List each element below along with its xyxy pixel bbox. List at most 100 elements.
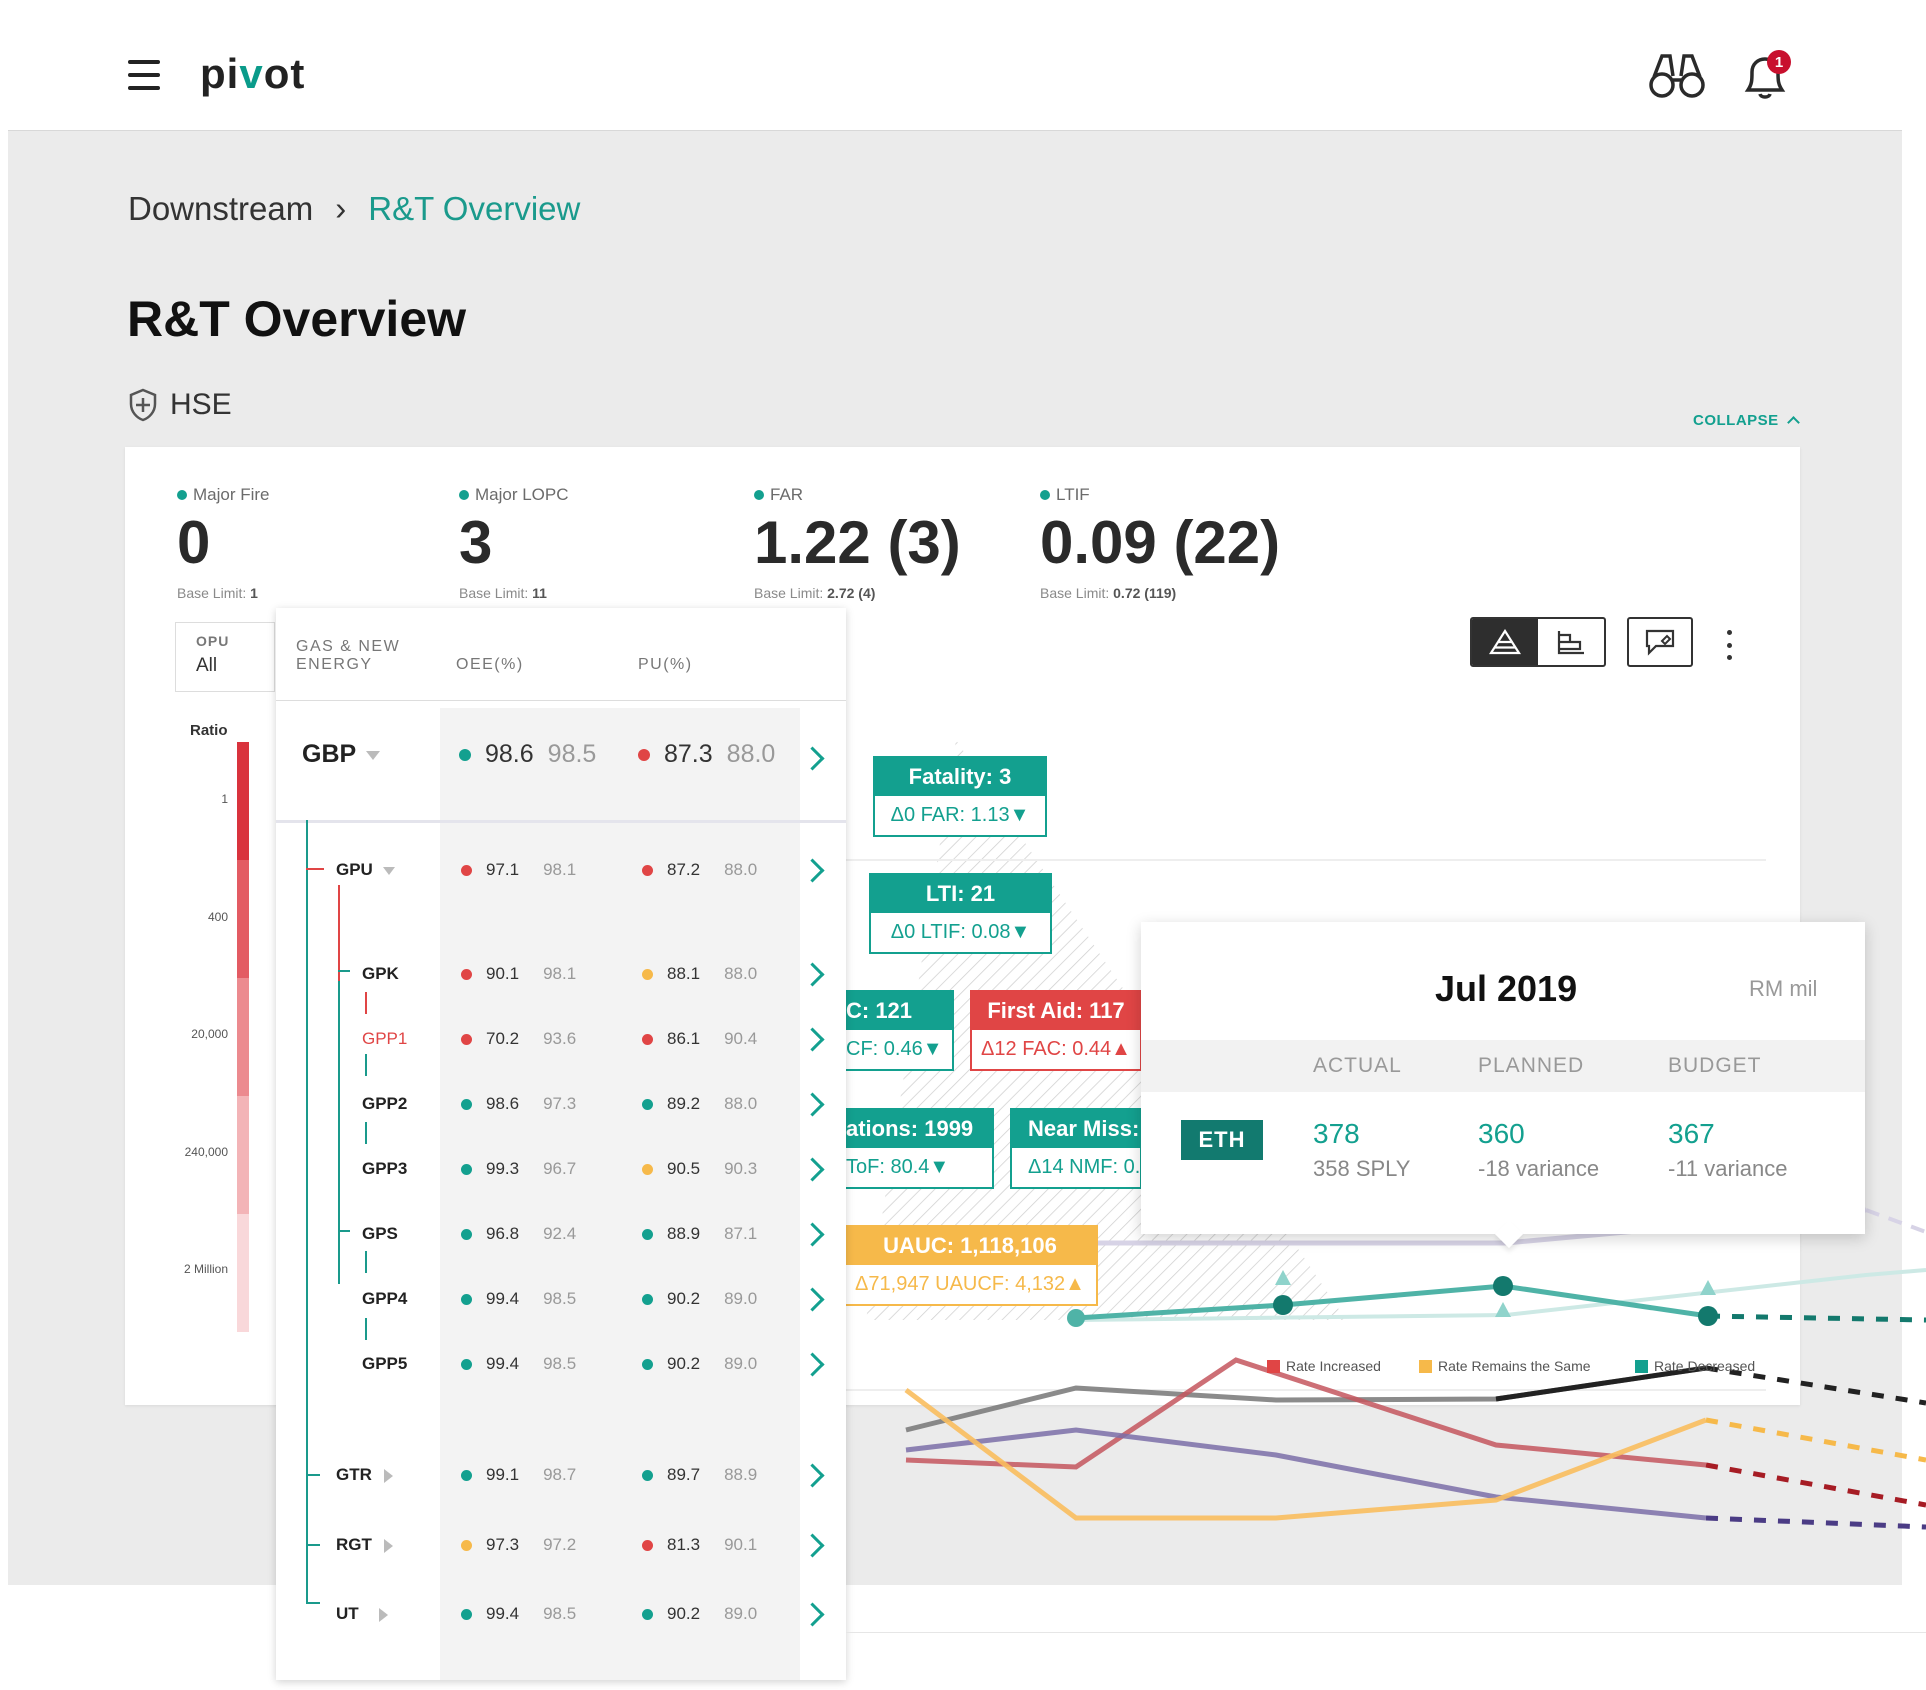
kpi-base-label: Base Limit:: [754, 585, 824, 601]
oee-actual: 99.1: [486, 1465, 520, 1484]
oee-target: 96.7: [543, 1159, 577, 1178]
chevron-right-icon[interactable]: [800, 1222, 825, 1247]
legend-label: Rate Increased: [1286, 1358, 1381, 1374]
table-row-gbp[interactable]: GBP 98.6 98.5 87.3 88.0: [276, 700, 846, 823]
tag-first-aid[interactable]: First Aid: 117 Δ12 FAC: 0.44▲: [970, 990, 1142, 1071]
kpi-major-fire: Major Fire 0 Base Limit: 1: [177, 485, 270, 601]
ratio-tick: 400: [207, 910, 228, 924]
pu-target: 90.1: [724, 1535, 758, 1554]
pu-target: 88.9: [724, 1465, 758, 1484]
oee-status-dot: [461, 1098, 472, 1110]
more-options-icon[interactable]: [1723, 630, 1735, 660]
tooltip-row-label: ETH: [1181, 1120, 1263, 1160]
oee-pu-table-panel: GAS & NEW ENERGY OEE(%) PU(%) GBP 98.6 98…: [276, 608, 846, 1680]
chevron-right-icon[interactable]: [800, 1602, 825, 1627]
chevron-right-icon[interactable]: [800, 1287, 825, 1312]
tag-detail: Δ71,947 UAUCF: 4,132▲: [855, 1273, 1085, 1295]
pu-actual: 90.5: [667, 1159, 701, 1178]
row-name[interactable]: GBP: [302, 740, 381, 769]
tag-fatality[interactable]: Fatality: 3 Δ0 FAR: 1.13▼: [873, 756, 1047, 837]
opu-filter[interactable]: OPU All: [175, 622, 275, 692]
tag-observations[interactable]: ations: 1999 ToF: 80.4▼: [824, 1108, 994, 1189]
chevron-right-icon[interactable]: [800, 746, 825, 771]
table-row[interactable]: GTR 99.1 98.7 89.7 88.9: [276, 1461, 846, 1491]
tag-detail: Δ0 LTIF: 0.08▼: [890, 921, 1031, 943]
table-row[interactable]: GPP2 98.6 97.3 89.2 88.0: [276, 1090, 846, 1120]
collapse-button[interactable]: COLLAPSE: [1693, 412, 1801, 429]
row-name-label: GBP: [302, 740, 357, 768]
chevron-right-icon[interactable]: [800, 1027, 825, 1052]
row-name-label: GPP5: [362, 1354, 408, 1373]
notifications-bell-icon[interactable]: 1: [1738, 50, 1792, 104]
pu-status-dot: [642, 1539, 653, 1551]
trend-point[interactable]: [1067, 1309, 1085, 1327]
pu-actual: 81.3: [667, 1535, 701, 1554]
chevron-right-icon[interactable]: [800, 1352, 825, 1377]
bar-view-button[interactable]: [1538, 619, 1604, 665]
table-row[interactable]: GPP5 99.4 98.5 90.2 89.0: [276, 1350, 846, 1380]
legend-label: Rate Remains the Same: [1438, 1358, 1591, 1374]
column-header-pu[interactable]: PU(%): [638, 656, 693, 674]
chevron-right-icon[interactable]: [800, 1157, 825, 1182]
tooltip-budget: 367 -11 variance: [1668, 1118, 1787, 1182]
pu-status-dot: [642, 1358, 653, 1370]
oee-target: 98.1: [543, 964, 577, 983]
chevron-right-icon[interactable]: [800, 1092, 825, 1117]
tag-near-miss[interactable]: Near Miss: Δ14 NMF: 0.: [1010, 1108, 1142, 1189]
tooltip-header-row: ACTUAL PLANNED BUDGET: [1141, 1040, 1865, 1092]
trend-point[interactable]: [1273, 1295, 1293, 1315]
chevron-right-icon[interactable]: [800, 962, 825, 987]
shield-icon: [129, 388, 157, 422]
oee-actual: 70.2: [486, 1029, 520, 1048]
chevron-right-icon[interactable]: [800, 1463, 825, 1488]
binoculars-icon[interactable]: [1648, 50, 1706, 105]
row-name-label: GPP1: [362, 1029, 408, 1048]
table-row[interactable]: GPU 97.1 98.1 87.2 88.0: [276, 856, 846, 886]
table-row[interactable]: GPP4 99.4 98.5 90.2 89.0: [276, 1285, 846, 1315]
trend-line-red-projection: [1705, 1462, 1926, 1508]
oee-actual: 99.3: [486, 1159, 520, 1178]
oee-actual: 97.1: [486, 860, 520, 879]
ratio-axis-title: Ratio: [190, 722, 228, 739]
table-row[interactable]: GPS 96.8 92.4 88.9 87.1: [276, 1220, 846, 1250]
breadcrumb-current: R&T Overview: [368, 190, 581, 227]
pu-actual: 89.7: [667, 1465, 701, 1484]
page-title: R&T Overview: [127, 291, 467, 347]
oee-status-dot: [461, 1293, 472, 1305]
tag-uauc[interactable]: UAUC: 1,118,106 Δ71,947 UAUCF: 4,132▲: [842, 1225, 1098, 1306]
section-title: HSE: [170, 388, 232, 421]
table-row[interactable]: GPK 90.1 98.1 88.1 88.0: [276, 960, 846, 990]
kpi-label: Major Fire: [193, 485, 270, 504]
comment-icon: [1645, 629, 1675, 656]
tree-connector: [365, 1122, 367, 1144]
trend-point[interactable]: [1698, 1306, 1718, 1326]
kpi-label: Major LOPC: [475, 485, 569, 504]
table-row[interactable]: GPP3 99.3 96.7 90.5 90.3: [276, 1155, 846, 1185]
breadcrumb-parent-link[interactable]: Downstream: [128, 190, 313, 227]
oee-actual: 97.3: [486, 1535, 520, 1554]
table-row[interactable]: RGT 97.3 97.2 81.3 90.1: [276, 1531, 846, 1561]
pyramid-view-button[interactable]: [1472, 619, 1538, 665]
pu-status-dot: [642, 1098, 653, 1110]
ratio-tick: 240,000: [184, 1145, 228, 1159]
tag-title: Near Miss:: [1012, 1110, 1140, 1148]
tooltip-header-planned: PLANNED: [1478, 1054, 1585, 1077]
chevron-right-icon[interactable]: [800, 858, 825, 883]
hamburger-menu-icon[interactable]: [128, 60, 160, 90]
column-header-group: GAS & NEW ENERGY: [296, 638, 401, 673]
pu-target: 90.4: [724, 1029, 758, 1048]
chevron-right-icon[interactable]: [800, 1533, 825, 1558]
app-logo[interactable]: pivot: [200, 50, 305, 98]
comment-button[interactable]: [1627, 617, 1693, 667]
table-row[interactable]: GPP1 70.2 93.6 86.1 90.4: [276, 1025, 846, 1055]
oee-target: 97.3: [543, 1094, 577, 1113]
pu-target: 87.1: [724, 1224, 758, 1243]
kpi-status-dot: [177, 490, 187, 500]
tooltip-planned: 360 -18 variance: [1478, 1118, 1599, 1182]
trend-point[interactable]: [1493, 1276, 1513, 1296]
table-row[interactable]: UT 99.4 98.5 90.2 89.0: [276, 1600, 846, 1630]
kpi-major-lopc: Major LOPC 3 Base Limit: 11: [459, 485, 569, 601]
column-header-oee[interactable]: OEE(%): [456, 656, 524, 674]
tooltip-planned-value: 360: [1478, 1118, 1525, 1149]
tag-lti[interactable]: LTI: 21 Δ0 LTIF: 0.08▼: [869, 873, 1052, 954]
